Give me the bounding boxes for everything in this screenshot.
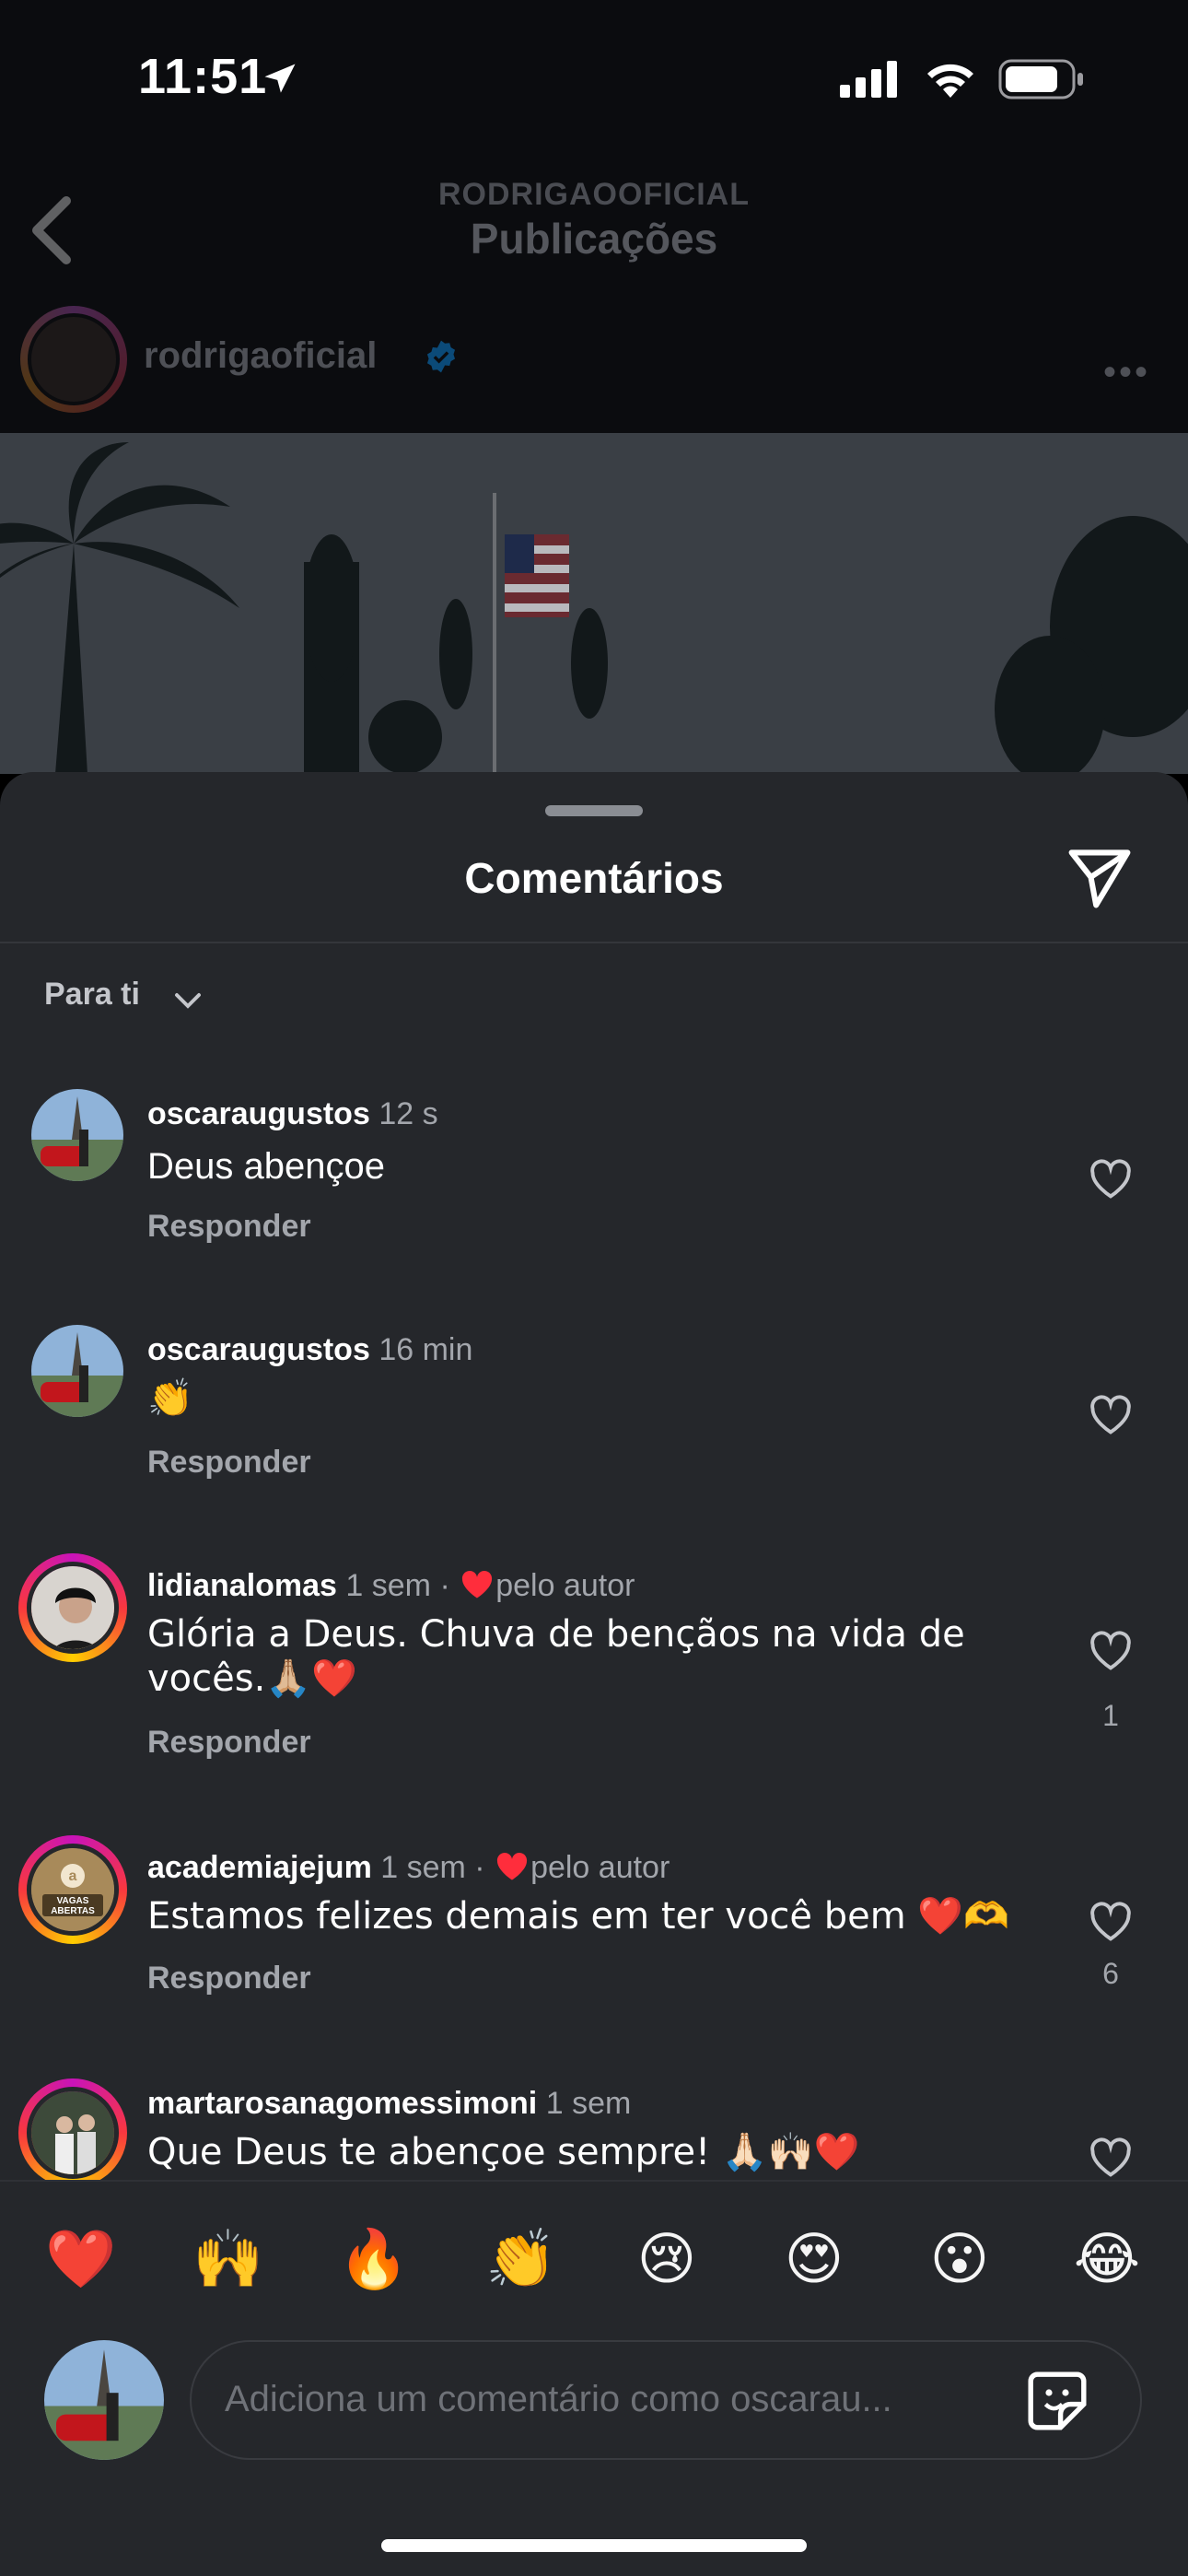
reaction-heart[interactable]: ❤️	[44, 2222, 118, 2296]
background-app-header: 11:51 RODRIGAOOFICIAL Publicações rodrig…	[0, 0, 1188, 433]
comment-username[interactable]: oscaraugustos	[147, 1332, 370, 1367]
reaction-raised-hands[interactable]: 🙌	[192, 2222, 265, 2296]
nav-title: Publicações	[470, 215, 718, 263]
reaction-clap[interactable]: 👏	[484, 2222, 558, 2296]
more-options-icon[interactable]: •••	[1103, 352, 1150, 393]
nav-subtitle: RODRIGAOOFICIAL	[438, 177, 750, 212]
like-heart-icon[interactable]	[1087, 1898, 1135, 1946]
author-liked-heart-icon	[496, 1853, 528, 1880]
comment-username[interactable]: oscaraugustos	[147, 1096, 370, 1131]
comment-text: 👏	[147, 1377, 193, 1420]
comment-input-placeholder: Adiciona um comentário como oscarau...	[225, 2379, 892, 2419]
post-author-avatar[interactable]	[20, 306, 127, 413]
battery-icon	[998, 59, 1083, 100]
comment-text: Deus abençoe	[147, 1146, 385, 1187]
like-heart-icon[interactable]	[1087, 1391, 1135, 1439]
wifi-icon	[927, 64, 973, 98]
commenter-avatar[interactable]	[31, 1089, 123, 1181]
comment-item: oscaraugustos 16 min 👏 Responder	[0, 1325, 1188, 1480]
home-indicator[interactable]	[381, 2539, 807, 2552]
svg-text:a: a	[69, 1868, 77, 1884]
comment-username[interactable]: martarosanagomessimoni	[147, 2086, 537, 2121]
reply-button[interactable]: Responder	[147, 1961, 311, 1996]
avatar-logo-text: VAGAS ABERTAS	[51, 1896, 95, 1916]
commenter-avatar[interactable]	[31, 1325, 123, 1417]
comment-text: Que Deus te abençoe sempre! 🙏🏻🙌🏻❤️	[147, 2131, 860, 2173]
sheet-divider	[0, 942, 1188, 943]
comment-text: Glória a Deus. Chuva de bençãos na vida …	[147, 1613, 965, 1700]
sort-filter-button[interactable]: Para ti	[44, 977, 140, 1013]
reply-button[interactable]: Responder	[147, 1209, 311, 1245]
liked-by-author-label: pelo autor	[495, 1568, 635, 1603]
comment-username[interactable]: academiajejum	[147, 1850, 372, 1885]
navigation-bar: RODRIGAOOFICIAL Publicações	[0, 157, 1188, 295]
like-count: 1	[1102, 1699, 1119, 1732]
comment-input[interactable]: Adiciona um comentário como oscarau...	[190, 2340, 1142, 2460]
reply-button[interactable]: Responder	[147, 1725, 311, 1761]
comment-item: lidianalomas 1 sem · pelo autor Glória a…	[0, 1553, 1188, 1760]
story-ring[interactable]	[18, 1553, 127, 1662]
comment-time: 1 sem ·	[380, 1850, 495, 1885]
sheet-title: Comentários	[464, 854, 724, 902]
verified-badge-icon	[426, 340, 456, 373]
post-author-username[interactable]: rodrigaoficial	[144, 335, 377, 377]
reaction-surprised[interactable]: 😮	[923, 2222, 996, 2296]
post-header: rodrigaoficial •••	[0, 295, 1188, 433]
commenter-avatar[interactable]: a VAGAS ABERTAS	[27, 1844, 119, 1936]
comment-time: 16 min	[379, 1332, 473, 1367]
story-ring[interactable]	[18, 2078, 127, 2180]
comment-item: martarosanagomessimoni 1 sem Que Deus te…	[0, 2078, 1188, 2180]
liked-by-author-label: pelo autor	[530, 1850, 670, 1885]
comment-time: 1 sem ·	[345, 1568, 460, 1603]
like-heart-icon[interactable]	[1087, 2134, 1135, 2180]
reply-button[interactable]: Responder	[147, 1445, 311, 1481]
post-photo	[0, 433, 1188, 774]
comment-item: a VAGAS ABERTAS academiajejum 1 sem · pe…	[0, 1835, 1188, 1996]
quick-reactions-bar: ❤️ 🙌 🔥 👏 😢 😍 😮 😂	[0, 2180, 1188, 2338]
reaction-heart-eyes[interactable]: 😍	[777, 2222, 851, 2296]
comment-time: 1 sem	[545, 2086, 632, 2121]
sticker-gif-icon[interactable]	[1024, 2368, 1090, 2434]
location-arrow-icon	[264, 64, 296, 93]
like-count: 6	[1102, 1957, 1119, 1990]
reaction-fire[interactable]: 🔥	[337, 2222, 411, 2296]
reaction-cry[interactable]: 😢	[630, 2222, 704, 2296]
commenter-avatar[interactable]	[27, 2087, 119, 2179]
share-send-icon[interactable]	[1065, 842, 1135, 912]
my-avatar	[44, 2340, 164, 2460]
chevron-down-icon[interactable]	[171, 984, 204, 1017]
reaction-laughing[interactable]: 😂	[1070, 2222, 1144, 2296]
cellular-signal-icon	[840, 61, 897, 98]
like-heart-icon[interactable]	[1087, 1155, 1135, 1203]
comment-username[interactable]: lidianalomas	[147, 1568, 337, 1603]
comment-time: 12 s	[379, 1096, 438, 1131]
status-time: 11:51	[138, 49, 268, 104]
like-heart-icon[interactable]	[1087, 1627, 1135, 1675]
comment-text: Estamos felizes demais em ter você bem ❤…	[147, 1895, 1010, 1938]
status-bar: 11:51	[0, 0, 1188, 157]
post-photo-scene	[0, 433, 1188, 774]
sheet-grabber[interactable]	[545, 805, 643, 816]
author-liked-heart-icon	[462, 1571, 493, 1598]
commenter-avatar[interactable]	[27, 1562, 119, 1654]
story-ring[interactable]: a VAGAS ABERTAS	[18, 1835, 127, 1944]
comment-item: oscaraugustos 12 s Deus abençoe Responde…	[0, 1089, 1188, 1244]
